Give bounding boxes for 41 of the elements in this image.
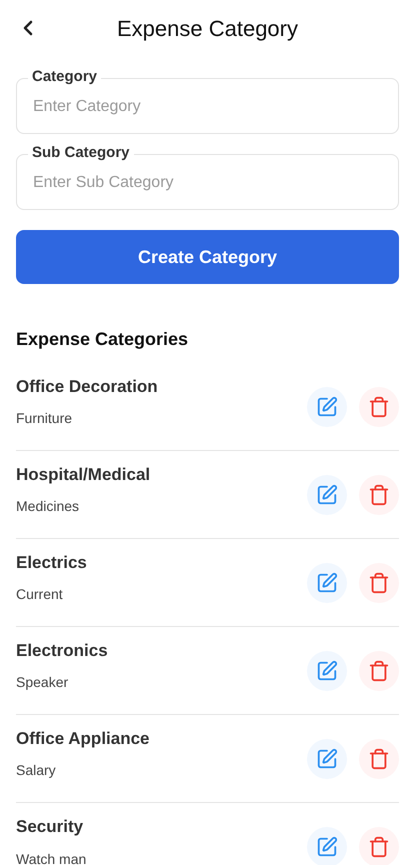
edit-button[interactable]	[307, 827, 347, 865]
delete-icon	[368, 660, 390, 682]
edit-button[interactable]	[307, 474, 347, 514]
subcategory-name: Current	[16, 585, 64, 604]
field-label: Sub Category	[28, 144, 134, 162]
edit-icon	[316, 836, 338, 858]
delete-button[interactable]	[359, 827, 399, 865]
subcategory-name: Furniture	[16, 409, 74, 428]
delete-button[interactable]	[359, 650, 399, 690]
category-name: Office Appliance	[16, 728, 150, 750]
category-name: Hospital/Medical	[16, 464, 150, 486]
subcategory-name: Watch man	[16, 850, 86, 865]
delete-button[interactable]	[359, 562, 399, 602]
edit-icon	[316, 396, 338, 418]
edit-button[interactable]	[307, 738, 347, 778]
category-name: Electronics	[16, 640, 108, 662]
subcategory-name: Salary	[16, 761, 57, 780]
edit-icon	[316, 572, 338, 594]
category-name: Electrics	[16, 552, 87, 574]
page-title: Expense Category	[117, 14, 298, 43]
delete-button[interactable]	[359, 738, 399, 778]
delete-icon	[368, 572, 390, 594]
delete-icon	[368, 396, 390, 418]
edit-icon	[316, 748, 338, 770]
section-title: Expense Categories	[16, 328, 190, 351]
category-name: Security	[16, 816, 84, 838]
field-label: Category	[28, 68, 102, 86]
delete-button[interactable]	[359, 474, 399, 514]
edit-icon	[316, 484, 338, 506]
edit-icon	[316, 660, 338, 682]
delete-button[interactable]	[359, 386, 399, 426]
delete-icon	[368, 748, 390, 770]
edit-button[interactable]	[307, 386, 347, 426]
edit-button[interactable]	[307, 650, 347, 690]
category-name: Office Decoration	[16, 376, 158, 398]
create-category-button[interactable]: Create Category	[16, 230, 399, 284]
delete-icon	[368, 484, 390, 506]
delete-icon	[368, 836, 390, 858]
subcategory-name: Speaker	[16, 673, 70, 692]
edit-button[interactable]	[307, 562, 347, 602]
subcategory-name: Medicines	[16, 497, 80, 516]
